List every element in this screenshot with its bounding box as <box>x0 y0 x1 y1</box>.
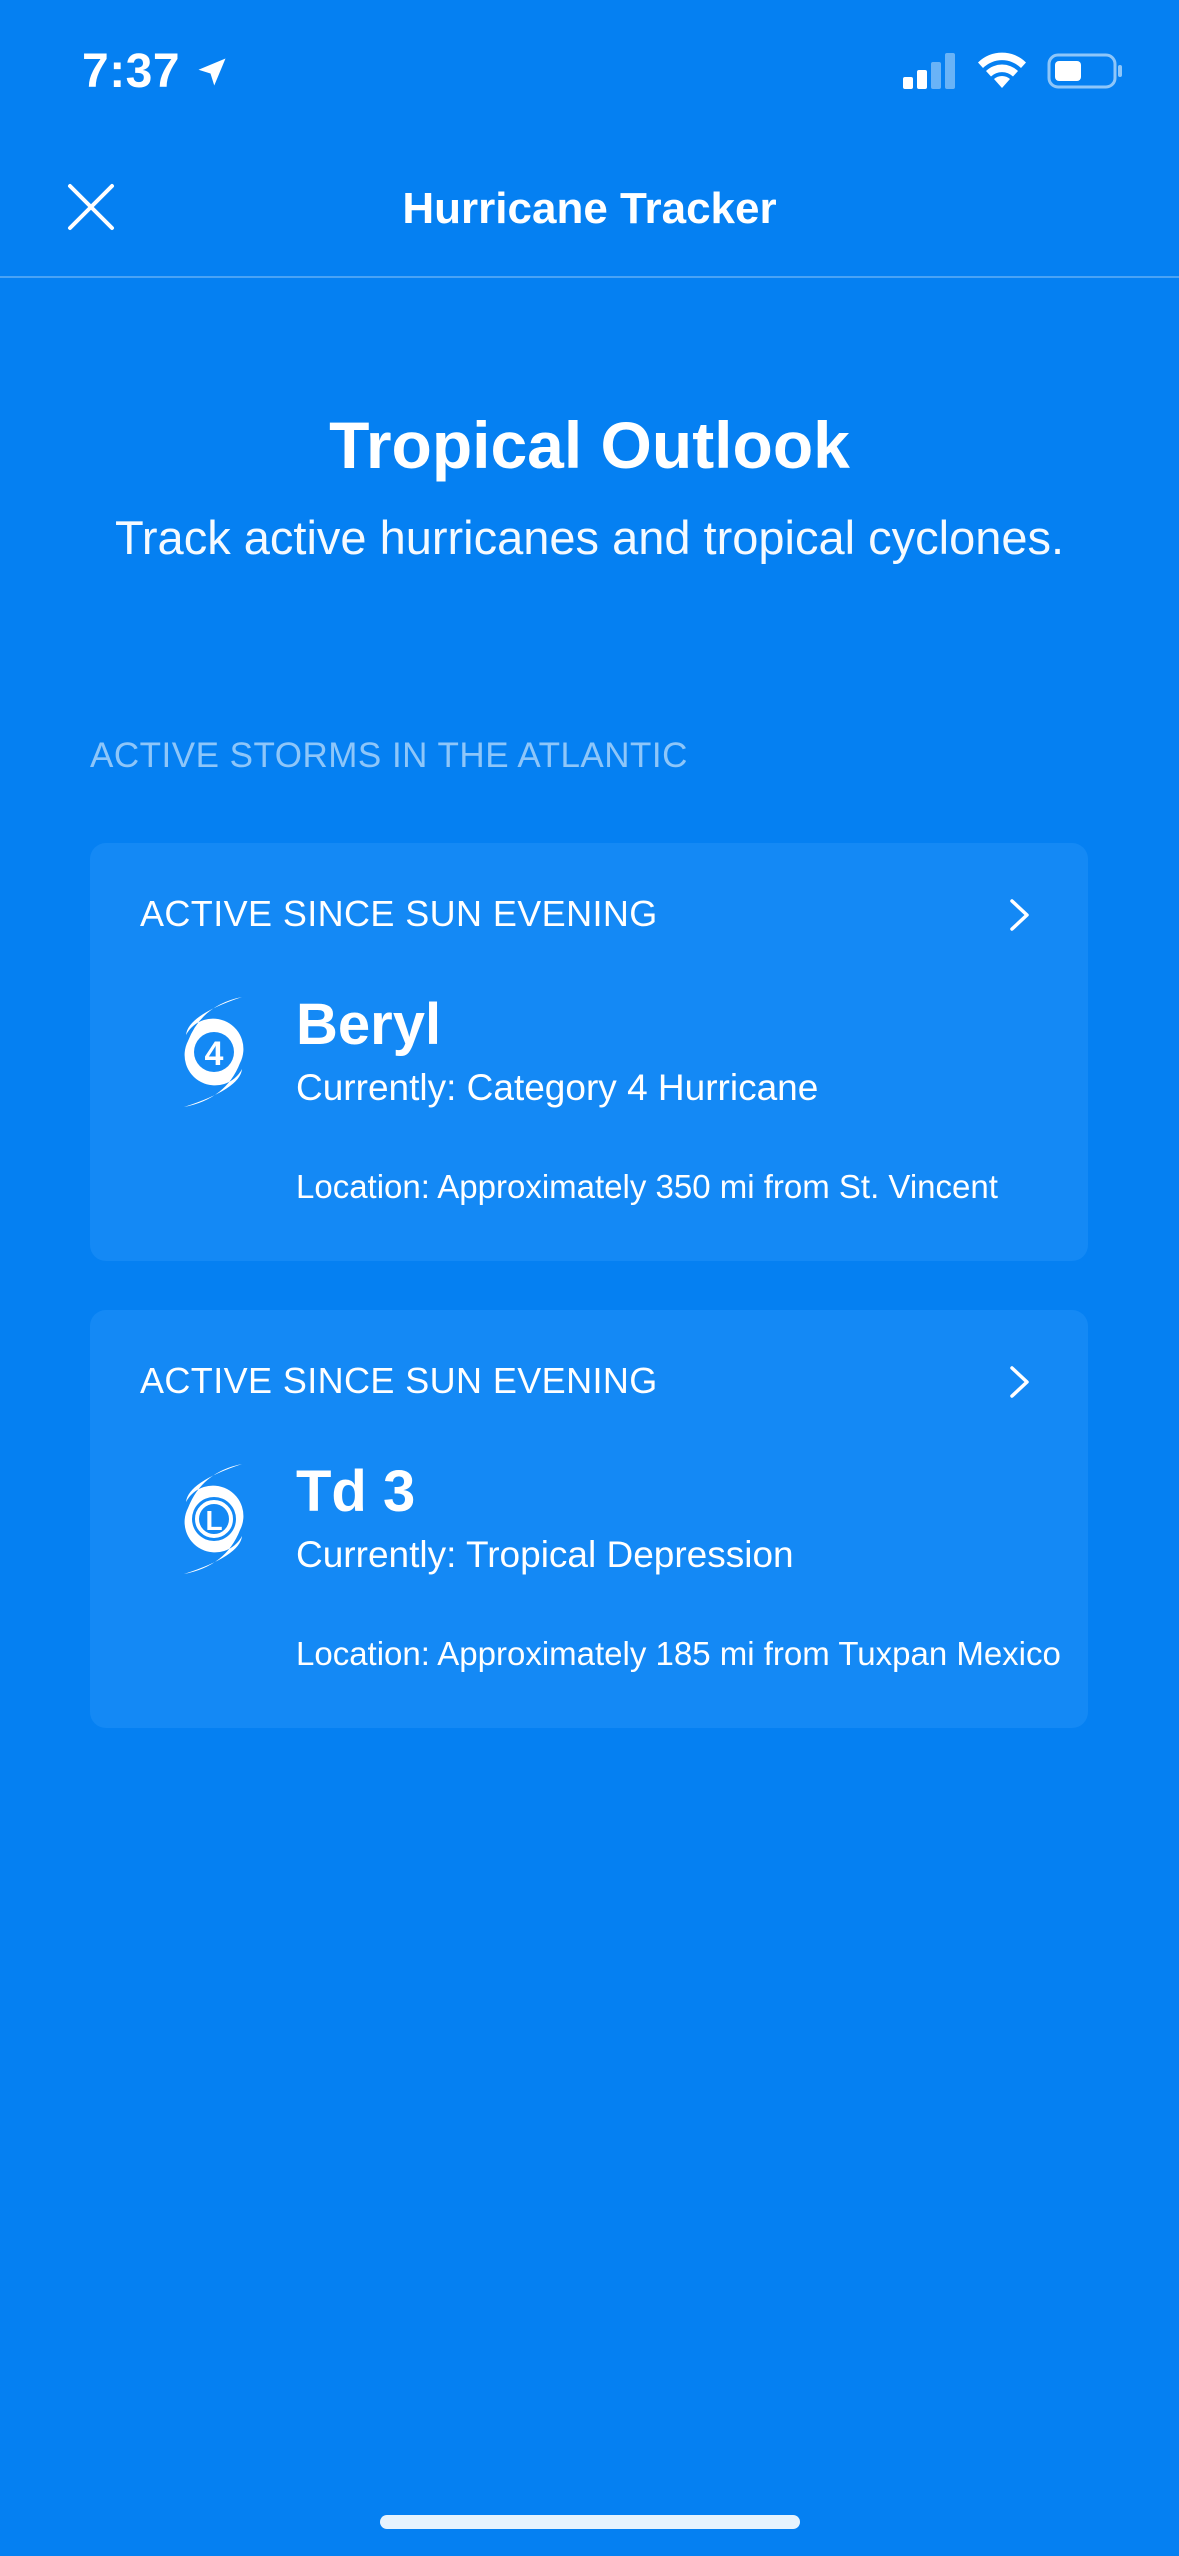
page-title: Tropical Outlook <box>329 408 850 482</box>
status-icons <box>903 52 1123 90</box>
wifi-icon <box>978 52 1026 88</box>
status-time: 7:37 <box>82 44 230 99</box>
nav-bar: Hurricane Tracker <box>0 140 1179 278</box>
storm-icon-label: L <box>205 1505 222 1536</box>
storm-card[interactable]: ACTIVE SINCE SUN EVENING L Td 3 Currentl… <box>90 1310 1088 1728</box>
home-indicator[interactable] <box>380 2515 800 2529</box>
cellular-signal-icon <box>903 53 955 89</box>
storm-card[interactable]: ACTIVE SINCE SUN EVENING 4 Beryl Current… <box>90 843 1088 1261</box>
nav-title: Hurricane Tracker <box>402 184 777 233</box>
location-arrow-icon <box>198 58 226 85</box>
status-time-text: 7:37 <box>82 45 181 98</box>
chevron-right-icon <box>1010 899 1029 931</box>
tropical-depression-icon: L <box>164 1462 264 1576</box>
page-subtitle: Track active hurricanes and tropical cyc… <box>114 511 1065 564</box>
section-header: ACTIVE STORMS IN THE ATLANTIC <box>90 736 688 775</box>
storm-name: Td 3 <box>296 1459 416 1524</box>
storm-active-since: ACTIVE SINCE SUN EVENING <box>140 893 658 934</box>
storm-current-status: Currently: Category 4 Hurricane <box>296 1067 819 1108</box>
storm-location: Location: Approximately 185 mi from Tuxp… <box>296 1635 1061 1672</box>
storm-name: Beryl <box>296 992 442 1057</box>
hero: Tropical Outlook Track active hurricanes… <box>0 400 1179 568</box>
storm-icon-label: 4 <box>205 1035 224 1073</box>
storm-location: Location: Approximately 350 mi from St. … <box>296 1168 998 1205</box>
storm-current-status: Currently: Tropical Depression <box>296 1534 794 1575</box>
storm-active-since: ACTIVE SINCE SUN EVENING <box>140 1360 658 1401</box>
status-bar: 7:37 <box>0 0 1179 140</box>
battery-icon <box>1047 53 1122 89</box>
hurricane-category-icon: 4 <box>164 995 264 1109</box>
chevron-right-icon <box>1010 1366 1029 1398</box>
